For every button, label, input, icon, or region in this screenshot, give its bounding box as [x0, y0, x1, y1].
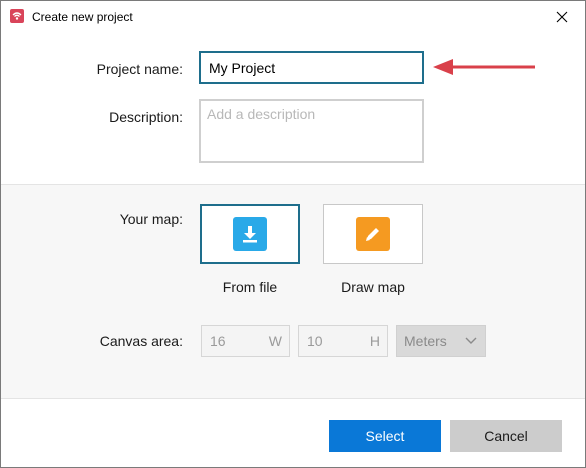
- map-section: Your map: From file Draw map Canvas area…: [1, 184, 585, 399]
- chevron-down-icon: [465, 337, 477, 344]
- canvas-width-unit: W: [268, 333, 282, 349]
- canvas-height-input[interactable]: 10 H: [298, 325, 388, 357]
- create-project-dialog: Create new project Project name: Descrip…: [0, 0, 586, 468]
- app-icon: [10, 9, 24, 23]
- download-icon: [233, 217, 267, 251]
- close-icon: [556, 11, 568, 22]
- annotation-arrow: [433, 59, 535, 75]
- description-label: Description:: [109, 109, 183, 125]
- project-name-input[interactable]: [199, 51, 424, 84]
- cancel-button[interactable]: Cancel: [450, 420, 562, 452]
- description-input[interactable]: [199, 99, 424, 163]
- pencil-icon: [356, 217, 390, 251]
- units-value: Meters: [404, 333, 447, 349]
- units-dropdown[interactable]: Meters: [396, 325, 486, 357]
- window-title: Create new project: [32, 10, 133, 24]
- canvas-width-value: 16: [210, 333, 226, 349]
- project-details-section: Project name: Description:: [1, 32, 585, 184]
- title-bar: Create new project: [1, 1, 585, 32]
- your-map-label: Your map:: [119, 211, 183, 227]
- from-file-label: From file: [222, 279, 278, 295]
- canvas-area-label: Canvas area:: [99, 333, 183, 349]
- canvas-width-input[interactable]: 16 W: [201, 325, 290, 357]
- canvas-height-unit: H: [369, 333, 380, 349]
- draw-map-label: Draw map: [341, 279, 405, 295]
- dialog-footer: Select Cancel: [1, 398, 585, 467]
- canvas-height-value: 10: [307, 333, 323, 349]
- draw-map-option[interactable]: [323, 204, 423, 264]
- close-button[interactable]: [539, 1, 585, 32]
- select-button[interactable]: Select: [329, 420, 441, 452]
- from-file-option[interactable]: [200, 204, 300, 264]
- project-name-label: Project name:: [96, 61, 183, 77]
